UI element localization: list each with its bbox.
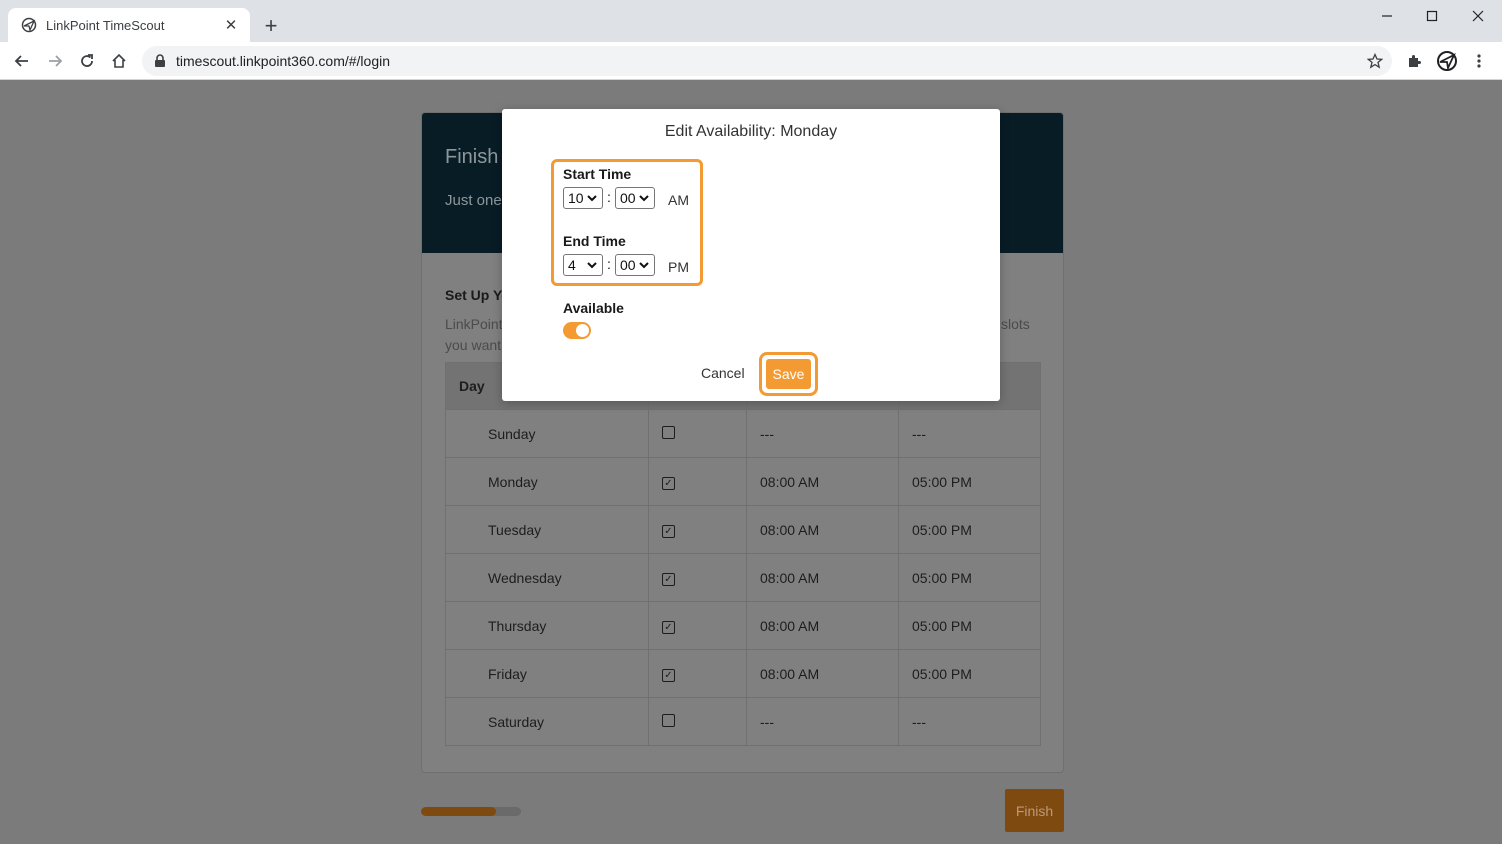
- chevron-down-icon: [587, 195, 597, 202]
- row-day: Saturday: [445, 697, 649, 746]
- chevron-down-icon: [639, 262, 649, 269]
- bookmark-star-icon[interactable]: [1364, 50, 1386, 72]
- row-day: Monday: [445, 457, 649, 506]
- section-desc-line2: you want: [445, 337, 502, 353]
- start-minute-value: 00: [620, 190, 636, 206]
- row-available-cell: ✓: [648, 553, 747, 602]
- start-time-label: Start Time: [563, 166, 632, 182]
- table-row[interactable]: Saturday --- ---: [445, 697, 1041, 746]
- end-hour-select[interactable]: 4: [563, 254, 603, 276]
- row-start-time: 08:00 AM: [746, 553, 899, 602]
- chevron-down-icon: [587, 262, 597, 269]
- end-minute-select[interactable]: 00: [615, 254, 655, 276]
- tab-close-icon[interactable]: ✕: [222, 16, 240, 34]
- start-hour-select[interactable]: 10: [563, 187, 603, 209]
- checked-checkbox-icon[interactable]: ✓: [662, 621, 675, 635]
- row-day: Friday: [445, 649, 649, 698]
- row-start-time: ---: [746, 697, 899, 746]
- row-available-cell: [648, 409, 747, 458]
- address-bar[interactable]: timescout.linkpoint360.com/#/login: [142, 46, 1392, 76]
- card-title: Finish: [445, 146, 499, 168]
- finish-button[interactable]: Finish: [1005, 789, 1064, 832]
- table-row[interactable]: Sunday --- ---: [445, 409, 1041, 458]
- checked-checkbox-icon[interactable]: ✓: [662, 477, 675, 491]
- end-colon: :: [607, 256, 611, 272]
- table-row[interactable]: Friday ✓ 08:00 AM 05:00 PM: [445, 649, 1041, 698]
- row-available-cell: ✓: [648, 601, 747, 650]
- section-desc-line1: LinkPoint: [445, 316, 503, 332]
- modal-title: Edit Availability: Monday: [664, 123, 838, 140]
- availability-table: Day Sunday --- --- Monday ✓ 08:00 AM 05:00 PM T…: [445, 362, 1041, 746]
- minimize-icon[interactable]: [1364, 0, 1410, 32]
- end-ampm: PM: [668, 259, 689, 275]
- checked-checkbox-icon[interactable]: ✓: [662, 669, 675, 683]
- table-row[interactable]: Wednesday ✓ 08:00 AM 05:00 PM: [445, 553, 1041, 602]
- end-time-label: End Time: [563, 233, 626, 249]
- table-row[interactable]: Monday ✓ 08:00 AM 05:00 PM: [445, 457, 1041, 506]
- checked-checkbox-icon[interactable]: ✓: [662, 573, 675, 587]
- start-hour-value: 10: [568, 190, 584, 206]
- maximize-icon[interactable]: [1409, 0, 1455, 32]
- row-available-cell: ✓: [648, 457, 747, 506]
- row-end-time: 05:00 PM: [898, 457, 1041, 506]
- save-button[interactable]: Save: [766, 359, 811, 389]
- unchecked-checkbox-icon[interactable]: [662, 713, 675, 727]
- timescout-extension-icon[interactable]: [1433, 47, 1461, 75]
- unchecked-checkbox-icon[interactable]: [662, 425, 675, 439]
- end-minute-value: 00: [620, 257, 636, 273]
- end-hour-value: 4: [568, 257, 576, 273]
- edit-availability-modal: Edit Availability: Monday Start Time 10 …: [502, 109, 1000, 401]
- lock-icon: [154, 54, 168, 68]
- timescout-favicon-icon: [20, 16, 38, 34]
- reload-icon[interactable]: [73, 47, 101, 75]
- row-day: Wednesday: [445, 553, 649, 602]
- row-end-time: 05:00 PM: [898, 649, 1041, 698]
- forward-arrow-icon[interactable]: [41, 47, 69, 75]
- back-arrow-icon[interactable]: [8, 47, 36, 75]
- row-end-time: 05:00 PM: [898, 553, 1041, 602]
- checked-checkbox-icon[interactable]: ✓: [662, 525, 675, 539]
- table-row[interactable]: Tuesday ✓ 08:00 AM 05:00 PM: [445, 505, 1041, 554]
- row-day: Thursday: [445, 601, 649, 650]
- progress-fill: [421, 807, 496, 816]
- row-start-time: 08:00 AM: [746, 457, 899, 506]
- table-row[interactable]: Thursday ✓ 08:00 AM 05:00 PM: [445, 601, 1041, 650]
- browser-tabstrip: LinkPoint TimeScout ✕ +: [0, 0, 1502, 42]
- new-tab-icon[interactable]: +: [259, 14, 283, 38]
- available-label: Available: [563, 300, 624, 316]
- available-toggle[interactable]: [563, 322, 591, 339]
- tab-title: LinkPoint TimeScout: [46, 17, 165, 33]
- browser-toolbar: timescout.linkpoint360.com/#/login: [0, 42, 1502, 80]
- browser-menu-icon[interactable]: [1465, 47, 1493, 75]
- row-day: Sunday: [445, 409, 649, 458]
- row-end-time: ---: [898, 697, 1041, 746]
- row-available-cell: [648, 697, 747, 746]
- toggle-knob: [576, 324, 589, 337]
- card-subtitle: Just one: [445, 192, 502, 209]
- start-ampm: AM: [668, 192, 689, 208]
- browser-tab[interactable]: LinkPoint TimeScout ✕: [8, 8, 250, 42]
- start-colon: :: [607, 189, 611, 205]
- close-window-icon[interactable]: [1455, 0, 1501, 32]
- section-title: Set Up Yo: [445, 287, 510, 303]
- row-available-cell: ✓: [648, 649, 747, 698]
- progress-bar: [421, 807, 521, 816]
- row-available-cell: ✓: [648, 505, 747, 554]
- row-start-time: 08:00 AM: [746, 505, 899, 554]
- row-end-time: 05:00 PM: [898, 505, 1041, 554]
- home-icon[interactable]: [105, 47, 133, 75]
- row-start-time: 08:00 AM: [746, 649, 899, 698]
- section-desc-line1-end: slots: [1001, 316, 1030, 332]
- row-start-time: ---: [746, 409, 899, 458]
- row-start-time: 08:00 AM: [746, 601, 899, 650]
- row-end-time: 05:00 PM: [898, 601, 1041, 650]
- row-day: Tuesday: [445, 505, 649, 554]
- url-text: timescout.linkpoint360.com/#/login: [176, 53, 391, 69]
- row-end-time: ---: [898, 409, 1041, 458]
- start-minute-select[interactable]: 00: [615, 187, 655, 209]
- chevron-down-icon: [639, 195, 649, 202]
- extensions-puzzle-icon[interactable]: [1400, 47, 1428, 75]
- cancel-button[interactable]: Cancel: [701, 365, 745, 381]
